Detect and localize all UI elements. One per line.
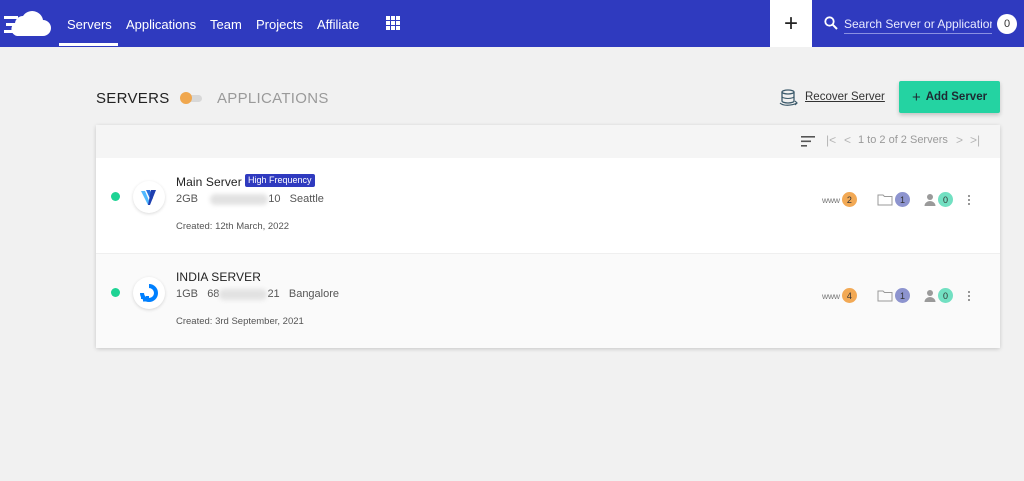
folder-icon [877,290,893,302]
status-online-dot [111,192,120,201]
more-options-icon[interactable] [967,290,971,302]
plus-icon: + [911,88,921,106]
nav-applications[interactable]: Applications [126,17,196,33]
applications-count: 1 [895,288,910,303]
websites-stat[interactable]: www 2 [822,192,857,207]
nav-active-indicator [59,43,118,46]
www-icon: www [822,194,840,205]
add-server-button[interactable]: + Add Server [899,81,1000,113]
server-name[interactable]: Main Server [176,175,242,189]
nav-team[interactable]: Team [210,17,242,33]
team-members-count: 0 [938,192,953,207]
server-created-date: Created: 3rd September, 2021 [176,316,304,327]
search-input[interactable] [844,14,992,34]
first-page-icon[interactable]: |< [826,133,836,147]
more-options-icon[interactable] [967,194,971,206]
database-recover-icon[interactable] [779,89,799,107]
quick-add-button[interactable]: + [770,0,812,47]
server-row[interactable]: Main Server High Frequency 2GB 10 Seattl… [96,158,1000,253]
high-frequency-badge: High Frequency [245,174,315,187]
server-ip-head: 68 [207,288,220,300]
server-ip-blurred [210,193,269,205]
server-name[interactable]: INDIA SERVER [176,270,261,284]
team-members-count: 0 [938,288,953,303]
view-toggle-switch[interactable] [180,92,202,104]
server-meta: 1GB 68 21 Bangalore [176,288,339,300]
applications-count: 1 [895,192,910,207]
folder-icon [877,194,893,206]
recover-server-link[interactable]: Recover Server [805,91,885,103]
server-ip-tail: 10 [268,193,281,205]
cloud-logo-icon[interactable] [3,6,53,40]
www-icon: www [822,290,840,301]
sort-icon[interactable] [801,136,815,147]
server-list-card: |< < 1 to 2 of 2 Servers > >| Main Serve… [96,125,1000,348]
websites-count: 2 [841,192,857,207]
status-online-dot [111,288,120,297]
grid-icon[interactable] [386,16,400,30]
top-navigation-bar: Servers Applications Team Projects Affil… [0,0,1024,47]
list-toolbar: |< < 1 to 2 of 2 Servers > >| [96,125,1000,158]
applications-view-toggle-label[interactable]: APPLICATIONS [217,90,329,107]
notification-badge[interactable]: 0 [997,14,1017,34]
last-page-icon[interactable]: >| [970,133,980,147]
server-location: Bangalore [288,288,340,300]
add-server-label: Add Server [925,91,988,103]
server-row[interactable]: INDIA SERVER 1GB 68 21 Bangalore Created:… [96,253,1000,348]
next-page-icon[interactable]: > [956,133,963,147]
team-members-stat[interactable]: 0 [924,288,953,303]
server-size: 1GB [176,288,199,300]
user-icon [924,194,936,206]
servers-view-toggle-label[interactable]: SERVERS [96,90,170,107]
nav-servers[interactable]: Servers [67,17,112,33]
search-icon [824,16,838,30]
prev-page-icon[interactable]: < [844,133,851,147]
nav-projects[interactable]: Projects [256,17,303,33]
websites-stat[interactable]: www 4 [822,288,857,303]
server-ip-tail: 21 [267,288,280,300]
applications-stat[interactable]: 1 [877,192,910,207]
digitalocean-logo-icon [133,277,165,309]
team-members-stat[interactable]: 0 [924,192,953,207]
vultr-logo-icon [133,181,165,213]
server-size: 2GB [176,193,199,205]
websites-count: 4 [841,288,857,303]
pagination-summary: 1 to 2 of 2 Servers [858,134,948,146]
nav-affiliate[interactable]: Affiliate [317,17,359,33]
applications-stat[interactable]: 1 [877,288,910,303]
server-meta: 2GB 10 Seattle [176,193,324,205]
server-location: Seattle [289,193,324,205]
user-icon [924,290,936,302]
server-created-date: Created: 12th March, 2022 [176,221,290,232]
server-ip-blurred [219,288,268,300]
